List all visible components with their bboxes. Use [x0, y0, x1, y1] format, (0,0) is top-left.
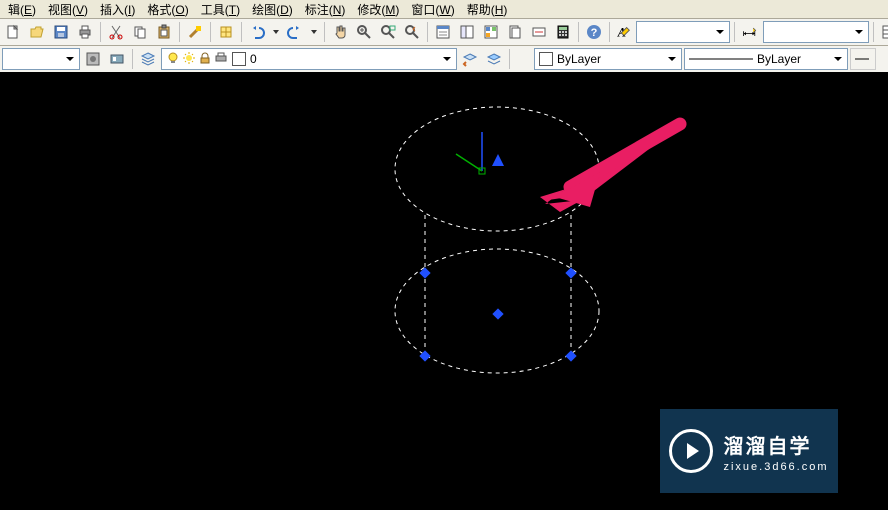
- watermark-title: 溜溜自学: [723, 430, 828, 459]
- menu-help[interactable]: 帮助(H): [461, 0, 514, 19]
- design-center-icon[interactable]: [456, 21, 478, 43]
- redo-dd-icon[interactable]: [308, 21, 320, 43]
- properties-icon[interactable]: [432, 21, 454, 43]
- menu-insert[interactable]: 插入(I): [94, 0, 141, 19]
- layer-manager-icon[interactable]: [137, 48, 159, 70]
- layer-dropdown[interactable]: 0: [161, 48, 457, 70]
- layer-color-swatch: [232, 52, 246, 66]
- chevron-down-icon: [440, 52, 454, 66]
- ucs-icon: [456, 132, 485, 174]
- watermark-badge: 溜溜自学 zixue.3d66.com: [660, 409, 838, 493]
- linetype-value: ByLayer: [757, 52, 801, 66]
- layer-states-icon[interactable]: [483, 48, 505, 70]
- menu-modify[interactable]: 修改(M): [351, 0, 405, 19]
- sheet-set-icon[interactable]: [504, 21, 526, 43]
- text-style-dropdown[interactable]: [636, 21, 730, 43]
- workspace-dropdown[interactable]: [2, 48, 80, 70]
- calculator-icon[interactable]: [552, 21, 574, 43]
- copy-icon[interactable]: [129, 21, 151, 43]
- chevron-down-icon: [665, 52, 679, 66]
- lock-icon: [198, 51, 212, 68]
- grip-triangle: [492, 154, 504, 166]
- chevron-down-icon: [63, 52, 77, 66]
- color-swatch: [539, 52, 553, 66]
- linetype-dropdown[interactable]: ByLayer: [684, 48, 848, 70]
- lineweight-icon: [855, 53, 869, 65]
- redo-icon[interactable]: [284, 21, 306, 43]
- undo-dd-icon[interactable]: [270, 21, 282, 43]
- new-icon[interactable]: [2, 21, 24, 43]
- annotation-arrow: [540, 122, 682, 212]
- table-style-icon[interactable]: [878, 21, 888, 43]
- menu-view[interactable]: 视图(V): [42, 0, 94, 19]
- menu-dim[interactable]: 标注(N): [299, 0, 352, 19]
- grips-diamonds: [419, 267, 576, 361]
- menu-window[interactable]: 窗口(W): [405, 0, 460, 19]
- standard-toolbar: ? A: [0, 19, 888, 46]
- menu-bar: 辑(E) 视图(V) 插入(I) 格式(O) 工具(T) 绘图(D) 标注(N)…: [0, 0, 888, 19]
- match-props-icon[interactable]: [184, 21, 206, 43]
- undo-icon[interactable]: [246, 21, 268, 43]
- plot-icon: [214, 51, 228, 68]
- bulb-icon: [166, 51, 180, 68]
- layers-toolbar: 0 ByLayer ByLayer: [0, 46, 888, 73]
- chevron-down-icon: [831, 52, 845, 66]
- lineweight-dropdown[interactable]: [850, 48, 876, 70]
- block-editor-icon[interactable]: [215, 21, 237, 43]
- color-dropdown[interactable]: ByLayer: [534, 48, 682, 70]
- menu-tools[interactable]: 工具(T): [195, 0, 246, 19]
- watermark-url: zixue.3d66.com: [723, 461, 828, 473]
- menu-draw[interactable]: 绘图(D): [246, 0, 299, 19]
- markup-icon[interactable]: [528, 21, 550, 43]
- my-workspace-icon[interactable]: [106, 48, 128, 70]
- workspace-settings-icon[interactable]: [82, 48, 104, 70]
- layer-previous-icon[interactable]: [459, 48, 481, 70]
- open-icon[interactable]: [26, 21, 48, 43]
- print-icon[interactable]: [74, 21, 96, 43]
- layer-name: 0: [250, 52, 257, 66]
- tool-palette-icon[interactable]: [480, 21, 502, 43]
- dim-style-icon[interactable]: [739, 21, 761, 43]
- zoom-previous-icon[interactable]: [401, 21, 423, 43]
- play-icon: [669, 429, 713, 473]
- zoom-realtime-icon[interactable]: [353, 21, 375, 43]
- cut-icon[interactable]: [105, 21, 127, 43]
- help-icon[interactable]: ?: [583, 21, 605, 43]
- chevron-down-icon: [852, 25, 866, 39]
- dim-style-dropdown[interactable]: [763, 21, 869, 43]
- chevron-down-icon: [713, 25, 727, 39]
- save-icon[interactable]: [50, 21, 72, 43]
- menu-edit[interactable]: 辑(E): [2, 0, 42, 19]
- paste-icon[interactable]: [153, 21, 175, 43]
- svg-text:?: ?: [591, 27, 598, 39]
- zoom-window-icon[interactable]: [377, 21, 399, 43]
- color-value: ByLayer: [557, 52, 601, 66]
- menu-format[interactable]: 格式(O): [141, 0, 194, 19]
- line-sample-icon: [689, 53, 753, 65]
- pan-icon[interactable]: [329, 21, 351, 43]
- sun-icon: [182, 51, 196, 68]
- text-style-icon[interactable]: A: [614, 21, 634, 43]
